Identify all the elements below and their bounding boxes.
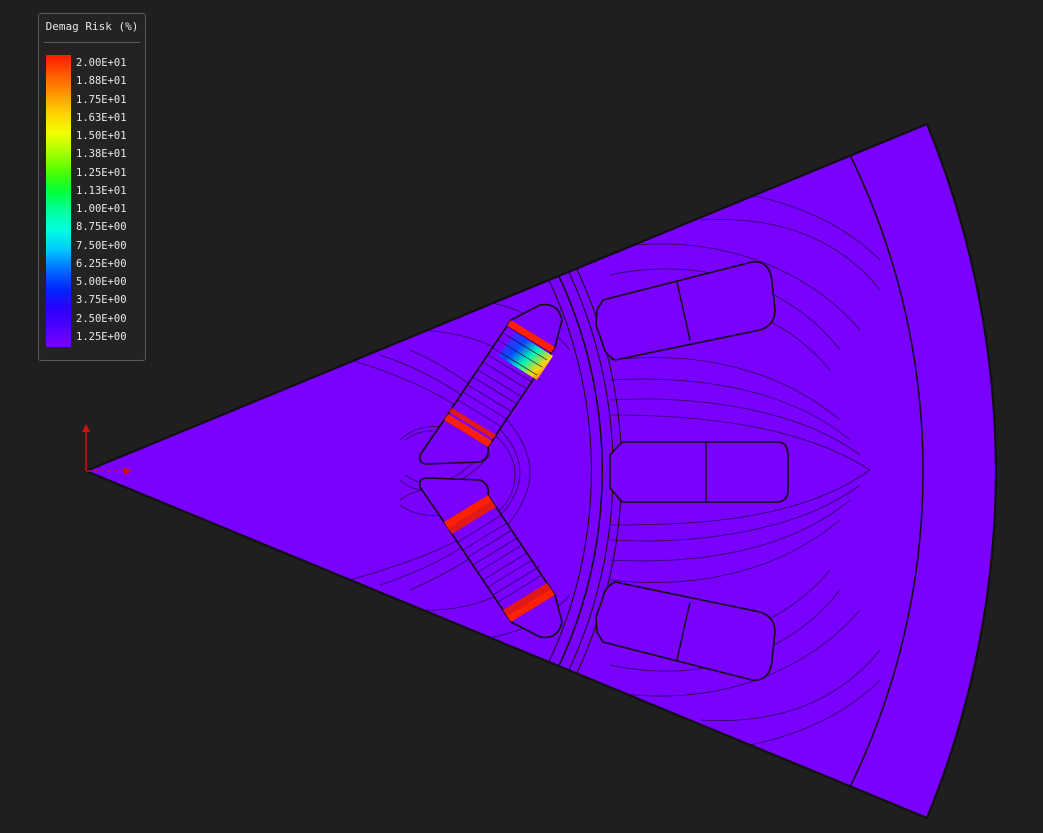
- legend-tick-label: 1.75E+01: [76, 93, 127, 106]
- legend-color-bar: [46, 55, 71, 347]
- legend-tick-label: 2.00E+01: [76, 57, 127, 69]
- model-viewport[interactable]: [0, 0, 1043, 833]
- legend-tick-label: 1.50E+01: [76, 130, 127, 143]
- legend-title: Demag Risk (%): [45, 20, 139, 33]
- motor-sector: [83, 122, 998, 820]
- legend-tick-label: 1.88E+01: [76, 75, 127, 88]
- legend-divider: [44, 42, 140, 43]
- legend-tick-label: 7.50E+00: [76, 239, 127, 252]
- legend-tick-label: 3.75E+00: [76, 294, 127, 307]
- legend-tick-label: 1.38E+01: [76, 148, 127, 161]
- legend-tick-label: 1.00E+01: [76, 203, 127, 216]
- legend-tick-label: 1.63E+01: [76, 111, 127, 124]
- legend-tick-label: 6.25E+00: [76, 257, 127, 270]
- stator-slot-middle: [609, 441, 789, 503]
- legend-tick-label: 5.00E+00: [76, 276, 127, 289]
- legend-tick-label: 8.75E+00: [76, 221, 127, 234]
- legend-tick-label: 2.50E+00: [76, 312, 127, 325]
- legend-tick-label: 1.25E+01: [76, 166, 127, 179]
- color-legend[interactable]: Demag Risk (%) 2.00E+01 1.88E+01 1.75E+01 1…: [38, 13, 146, 361]
- legend-tick-label: 1.25E+00: [76, 331, 127, 343]
- legend-tick-label: 1.13E+01: [76, 184, 127, 197]
